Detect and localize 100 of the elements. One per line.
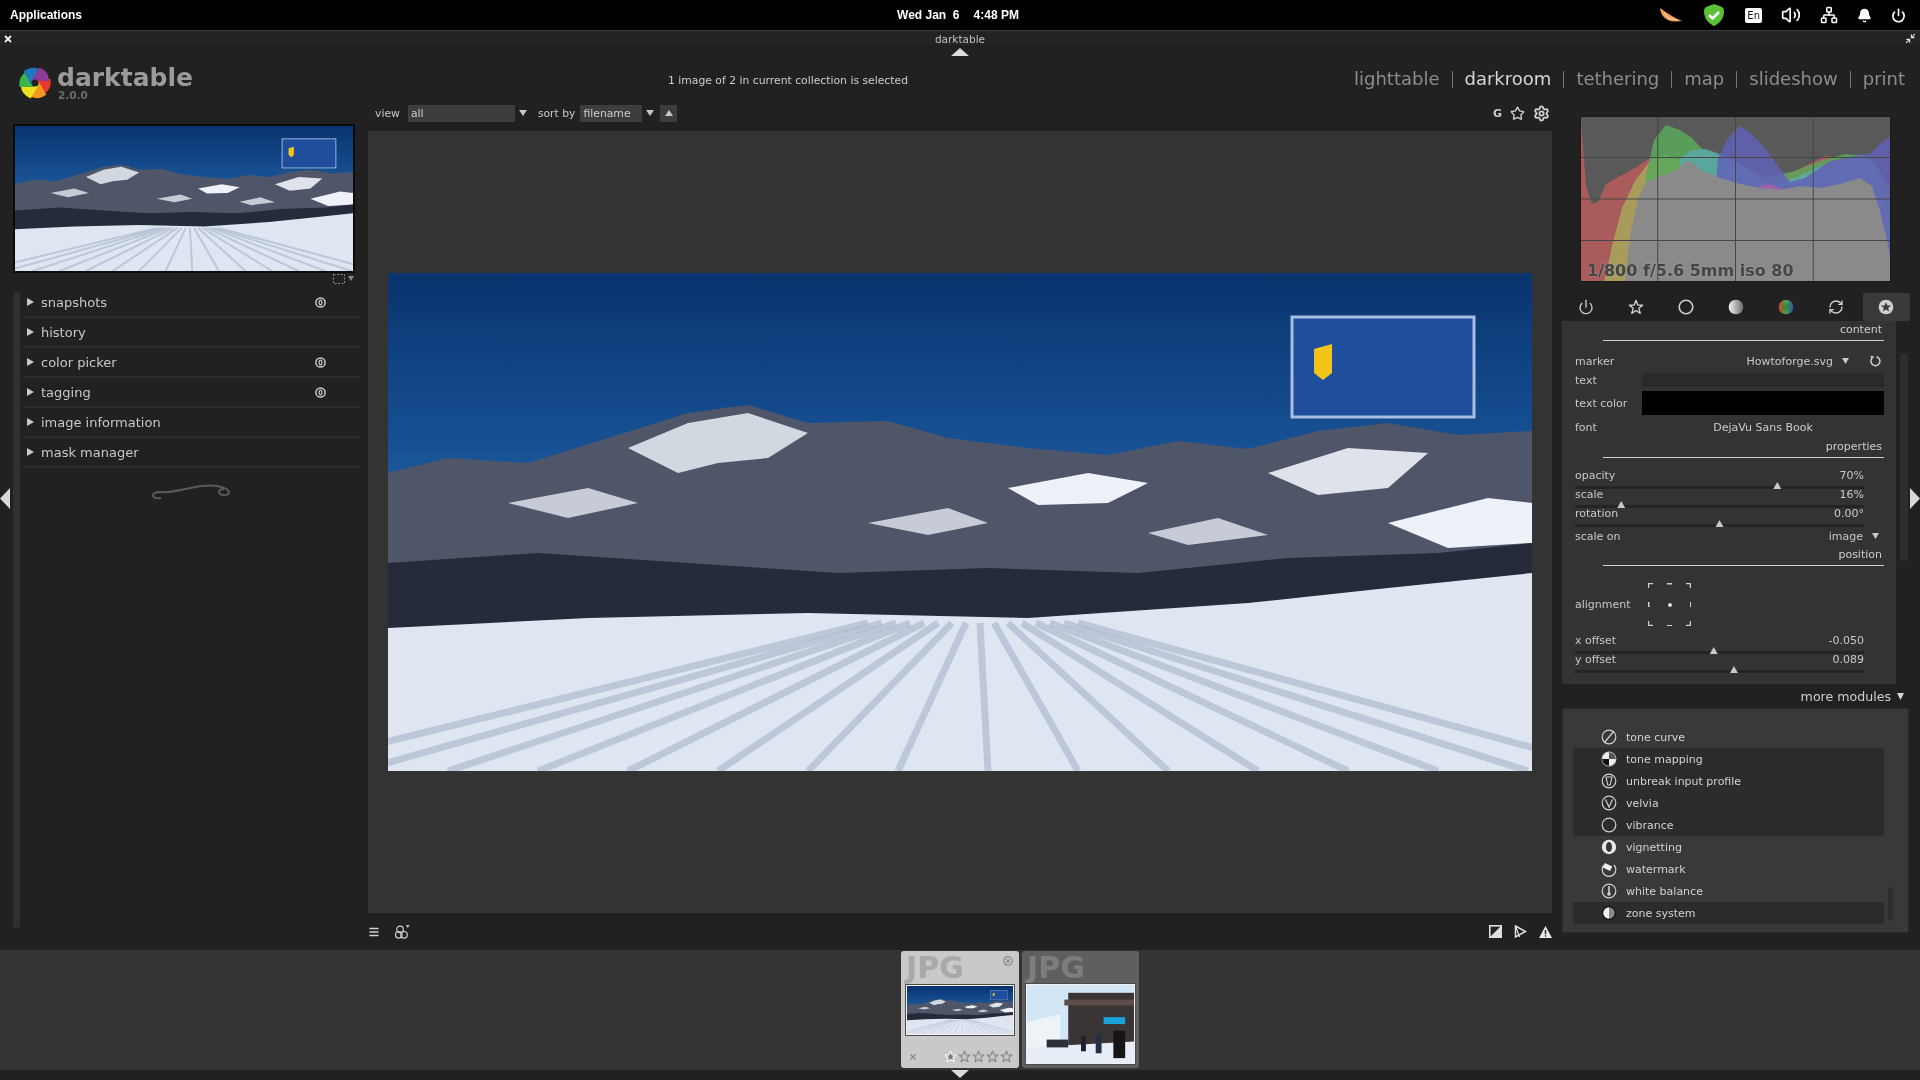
module-expander[interactable]: image information: [23, 408, 360, 438]
caret-icon[interactable]: [646, 110, 655, 116]
slider-value: 0.089: [1832, 654, 1864, 666]
circle-v-icon: [1601, 795, 1617, 811]
slider-thumb[interactable]: [1715, 520, 1724, 527]
ring-icon[interactable]: [315, 386, 326, 398]
section-heading: content: [1839, 323, 1883, 337]
keyboard-layout-indicator[interactable]: En: [1745, 7, 1762, 23]
view-dropdown[interactable]: all: [407, 104, 515, 122]
field-label: scale on: [1575, 529, 1621, 543]
aperture-icon: [1878, 299, 1895, 315]
module-expander[interactable]: color picker: [23, 348, 360, 378]
slider-label: y offset: [1575, 654, 1617, 666]
module-list-item[interactable]: unbreak input profile: [1573, 770, 1884, 792]
view-tab[interactable]: tethering: [1576, 68, 1660, 90]
power-icon[interactable]: [1891, 7, 1906, 23]
dropdown[interactable]: Howtoforge.svg: [1746, 354, 1849, 368]
ring-icon[interactable]: [315, 296, 326, 308]
shaded-circle-icon: [1727, 299, 1744, 315]
section-heading: position: [1838, 548, 1883, 562]
slider-thumb[interactable]: [1729, 666, 1738, 673]
slider-value: -0.050: [1828, 635, 1864, 647]
module-list-item[interactable]: tone mapping: [1573, 748, 1884, 770]
slider-value: 16%: [1839, 489, 1864, 501]
caret-icon: [1842, 358, 1849, 364]
oval-ring-icon: [1601, 839, 1617, 855]
half-circle-icon: [1601, 905, 1617, 921]
section-heading: properties: [1825, 440, 1883, 454]
quartered-circle-icon: [1601, 751, 1617, 767]
slider-value: 70%: [1839, 470, 1864, 482]
view-tab[interactable]: print: [1862, 68, 1905, 90]
field-label: font: [1575, 420, 1597, 434]
slider-label: x offset: [1575, 635, 1617, 647]
circle-glass-icon: [1601, 773, 1617, 789]
network-icon[interactable]: [1820, 6, 1838, 24]
triangle-left-icon[interactable]: [0, 488, 10, 509]
module-list-item[interactable]: zone system: [1573, 902, 1884, 924]
slider-thumb[interactable]: [1709, 647, 1718, 654]
dropdown[interactable]: image: [1828, 529, 1879, 543]
module-list-item[interactable]: vibrance: [1573, 814, 1884, 836]
view-tab[interactable]: map: [1684, 68, 1725, 90]
toolbar-label: sort by: [537, 106, 576, 120]
close-icon[interactable]: [4, 34, 12, 43]
triangle-right-icon[interactable]: [1910, 488, 1920, 509]
power-icon: [1577, 299, 1594, 315]
ring-icon[interactable]: [315, 356, 326, 368]
view-tab[interactable]: lighttable: [1354, 68, 1440, 90]
color-swatch[interactable]: [1642, 391, 1884, 415]
caret-icon: [1872, 533, 1879, 539]
overlapping-circles-icon[interactable]: [395, 924, 410, 939]
warning-icon[interactable]: [1539, 925, 1552, 938]
slider-label: scale: [1575, 489, 1604, 501]
slashed-circle-icon: [1601, 729, 1617, 745]
applications-menu[interactable]: Applications: [10, 8, 82, 22]
slider-thumb[interactable]: [1617, 501, 1626, 508]
slider-label: rotation: [1575, 508, 1619, 520]
field-label: marker: [1575, 354, 1615, 368]
menu-icon[interactable]: [368, 925, 380, 938]
sort-dropdown[interactable]: filename: [580, 104, 643, 122]
star-icon: [1627, 299, 1644, 315]
thermometer-icon: [1601, 883, 1617, 899]
module-expander[interactable]: tagging: [23, 378, 360, 408]
module-expander[interactable]: snapshots: [23, 288, 360, 318]
zoom-fit-icon[interactable]: [333, 274, 355, 284]
caret-icon[interactable]: [518, 110, 527, 116]
app-version: 2.0.0: [57, 90, 89, 101]
triangle-outline-icon[interactable]: [1514, 925, 1527, 938]
triangle-down-icon[interactable]: [951, 1070, 969, 1078]
module-list-item[interactable]: velvia: [1573, 792, 1884, 814]
sort-order-button[interactable]: [660, 104, 678, 122]
circle-tag-icon: [1601, 861, 1617, 877]
circle-icon: [1601, 817, 1617, 833]
grouping-button[interactable]: G: [1492, 106, 1502, 120]
shield-check-icon[interactable]: [1702, 3, 1727, 27]
clock-time: 4:48 PM: [973, 8, 1019, 22]
corner-bracket-icon: [1686, 583, 1691, 588]
star-icon: [972, 1050, 985, 1063]
module-expander[interactable]: history: [23, 318, 360, 348]
reset-button[interactable]: [1869, 355, 1881, 367]
view-tab[interactable]: slideshow: [1749, 68, 1838, 90]
corner-bracket-icon: [1648, 583, 1653, 588]
module-group-tab[interactable]: [1862, 293, 1910, 321]
triangle-up-icon: [664, 110, 673, 116]
minimize-icon[interactable]: [1905, 33, 1916, 44]
bell-icon[interactable]: [1857, 7, 1872, 23]
triangle-up-icon[interactable]: [951, 48, 969, 56]
font-button[interactable]: DejaVu Sans Book: [1642, 420, 1884, 434]
settings-icon[interactable]: [1533, 104, 1550, 122]
view-tab[interactable]: darkroom: [1464, 68, 1552, 90]
half-filled-square-icon[interactable]: [1489, 925, 1502, 938]
star-rating[interactable]: [944, 1050, 1013, 1063]
slider-label: opacity: [1575, 470, 1616, 482]
volume-icon[interactable]: [1781, 5, 1801, 25]
more-modules-toggle[interactable]: more modules: [1800, 686, 1904, 706]
app-name: darktable: [57, 66, 193, 90]
star-icon[interactable]: [1510, 105, 1525, 121]
module-expander[interactable]: mask manager: [23, 438, 360, 468]
toolbar-label: view: [375, 106, 400, 120]
slider-thumb[interactable]: [1773, 482, 1782, 489]
corner-bracket-icon: [1686, 621, 1691, 626]
